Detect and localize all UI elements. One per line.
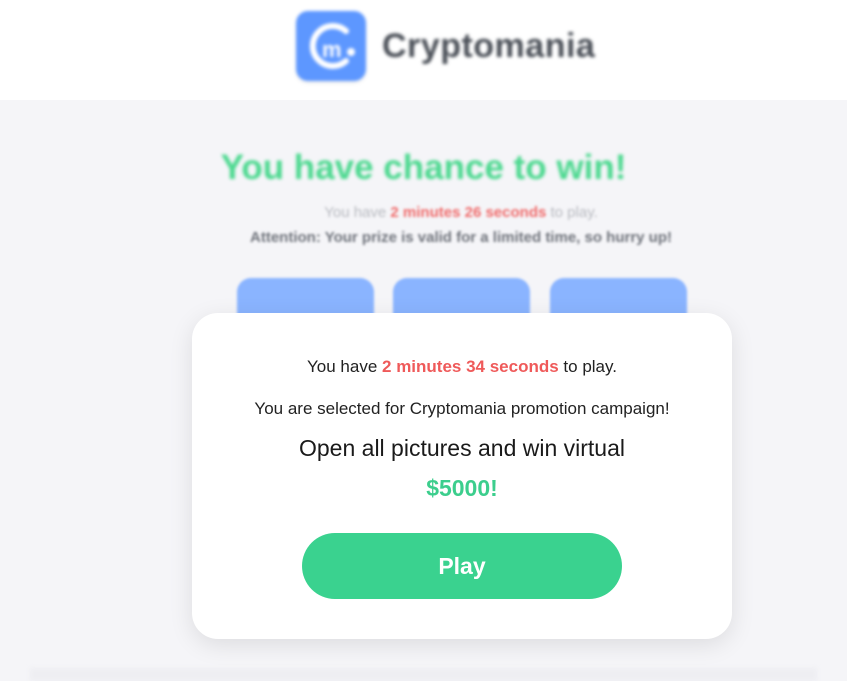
play-button[interactable]: Play	[302, 533, 622, 599]
background-timer-line: You have 2 minutes 26 seconds to play.	[0, 204, 847, 221]
background-timer-value: 2 minutes 26 seconds	[390, 204, 547, 221]
brand-name: Cryptomania	[382, 26, 596, 65]
site-header: m Cryptomania	[0, 0, 847, 100]
background-timer-prefix: You have	[324, 204, 391, 221]
background-attention-text: Attention: Your prize is valid for a lim…	[250, 229, 672, 246]
modal-timer-line: You have 2 minutes 34 seconds to play.	[192, 357, 732, 377]
modal-prize-amount: $5000!	[426, 475, 498, 501]
background-timer-suffix: to play.	[546, 204, 598, 221]
modal-timer-prefix: You have	[307, 357, 383, 376]
logo-letter: m	[322, 37, 342, 62]
modal-timer-value: 2 minutes 34 seconds	[382, 357, 559, 376]
background-headline: You have chance to win!	[220, 148, 627, 187]
brand-logo: m Cryptomania	[296, 11, 595, 81]
cryptomania-logo-icon: m	[296, 11, 366, 81]
modal-selected-text: You are selected for Cryptomania promoti…	[254, 399, 670, 418]
modal-timer-suffix: to play.	[558, 357, 617, 376]
modal-open-text: Open all pictures and win virtual	[299, 435, 625, 461]
promo-modal: You have 2 minutes 34 seconds to play. Y…	[192, 313, 732, 639]
background-footer-strip	[30, 668, 817, 681]
